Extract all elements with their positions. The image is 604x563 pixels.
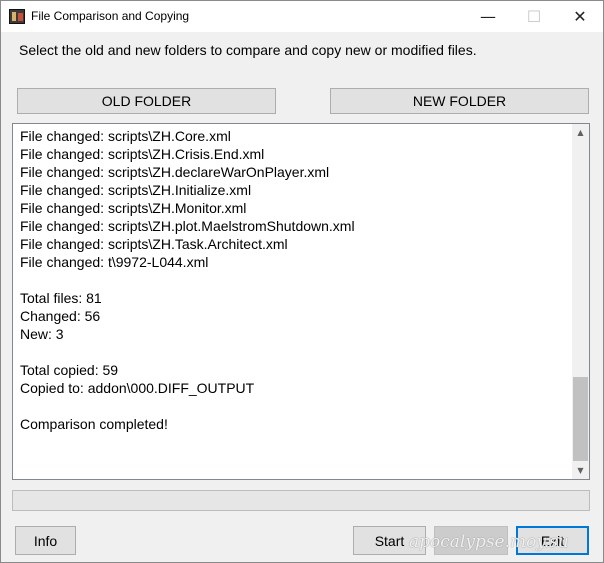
log-line: Total files: 81 [20,290,102,306]
exit-button[interactable]: Exit [516,526,589,555]
log-line: File changed: scripts\ZH.plot.MaelstromS… [20,218,355,234]
log-line: File changed: t\9972-L044.xml [20,254,209,270]
copy-button[interactable] [434,526,508,555]
old-folder-button[interactable]: OLD FOLDER [17,88,276,114]
scroll-thumb[interactable] [573,377,588,461]
app-icon [9,9,25,24]
progress-bar [12,490,590,511]
app-window: File Comparison and Copying — ☐ ✕ Select… [0,0,604,563]
log-line: File changed: scripts\ZH.Crisis.End.xml [20,146,265,162]
log-line: File changed: scripts\ZH.declareWarOnPla… [20,164,330,180]
log-lines: File changed: scripts\ZH.Core.xml File ch… [20,127,567,433]
log-output[interactable]: File changed: scripts\ZH.Core.xml File ch… [12,123,590,480]
log-scrollbar[interactable]: ▲ ▼ [572,124,589,479]
log-line: File changed: scripts\ZH.Initialize.xml [20,182,252,198]
log-line: Changed: 56 [20,308,101,324]
window-title: File Comparison and Copying [31,9,190,23]
info-button[interactable]: Info [15,526,76,555]
log-line: Comparison completed! [20,416,168,432]
instruction-text: Select the old and new folders to compar… [19,42,477,58]
new-folder-button[interactable]: NEW FOLDER [330,88,589,114]
log-line: Copied to: addon\000.DIFF_OUTPUT [20,380,255,396]
log-line: File changed: scripts\ZH.Core.xml [20,128,231,144]
maximize-button[interactable]: ☐ [511,1,557,32]
title-bar[interactable]: File Comparison and Copying — ☐ ✕ [1,1,603,32]
close-button[interactable]: ✕ [557,1,603,32]
scroll-down-arrow-icon[interactable]: ▼ [572,462,589,479]
log-line: File changed: scripts\ZH.Monitor.xml [20,200,247,216]
log-line: New: 3 [20,326,64,342]
log-line: File changed: scripts\ZH.Task.Architect.… [20,236,288,252]
start-button[interactable]: Start [353,526,426,555]
minimize-button[interactable]: — [465,1,511,32]
scroll-up-arrow-icon[interactable]: ▲ [572,124,589,141]
log-line: Total copied: 59 [20,362,119,378]
